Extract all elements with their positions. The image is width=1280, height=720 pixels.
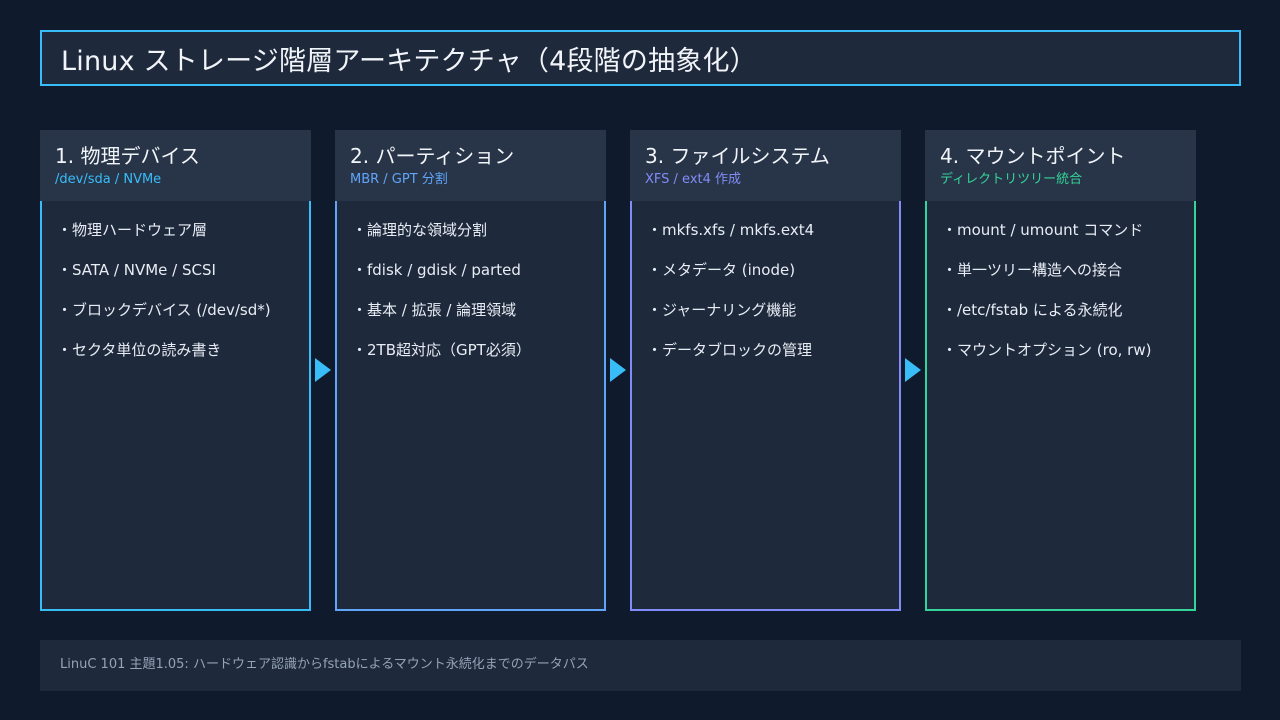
list-item: ・論理的な領域分割 — [352, 221, 488, 239]
flow-arrow-icon — [905, 358, 921, 382]
list-item: ・単一ツリー構造への接合 — [942, 261, 1123, 279]
stage-filesystem: 3. ファイルシステム XFS / ext4 作成 ・mkfs.xfs / mk… — [630, 130, 901, 611]
stage-body: ・物理ハードウェア層 ・SATA / NVMe / SCSI ・ブロックデバイス… — [40, 201, 311, 611]
list-item: ・mkfs.xfs / mkfs.ext4 — [647, 221, 815, 239]
stage-title: 2. パーティション — [350, 144, 515, 168]
stage-subtitle: ディレクトリツリー統合 — [940, 172, 1083, 187]
stage-header: 2. パーティション MBR / GPT 分割 — [335, 130, 606, 201]
stage-title: 4. マウントポイント — [940, 144, 1126, 168]
stage-body: ・論理的な領域分割 ・fdisk / gdisk / parted ・基本 / … — [335, 201, 606, 611]
list-item: ・セクタ単位の読み書き — [57, 341, 222, 359]
stage-body: ・mkfs.xfs / mkfs.ext4 ・メタデータ (inode) ・ジャ… — [630, 201, 901, 611]
stage-mount-point: 4. マウントポイント ディレクトリツリー統合 ・mount / umount … — [925, 130, 1196, 611]
stage-title: 1. 物理デバイス — [55, 144, 200, 168]
list-item: ・ブロックデバイス (/dev/sd*) — [57, 301, 271, 319]
stage-body: ・mount / umount コマンド ・単一ツリー構造への接合 ・/etc/… — [925, 201, 1196, 611]
stage-header: 3. ファイルシステム XFS / ext4 作成 — [630, 130, 901, 201]
list-item: ・mount / umount コマンド — [942, 221, 1144, 239]
stage-subtitle: /dev/sda / NVMe — [55, 172, 162, 187]
list-item: ・物理ハードウェア層 — [57, 221, 208, 239]
stage-header: 4. マウントポイント ディレクトリツリー統合 — [925, 130, 1196, 201]
list-item: ・データブロックの管理 — [647, 341, 813, 359]
stage-title: 3. ファイルシステム — [645, 144, 830, 168]
title-banner: Linux ストレージ階層アーキテクチャ（4段階の抽象化） — [40, 30, 1241, 86]
list-item: ・SATA / NVMe / SCSI — [57, 261, 216, 279]
stage-physical-device: 1. 物理デバイス /dev/sda / NVMe ・物理ハードウェア層 ・SA… — [40, 130, 311, 611]
page-title: Linux ストレージ階層アーキテクチャ（4段階の抽象化） — [61, 45, 757, 77]
flow-arrow-icon — [610, 358, 626, 382]
list-item: ・fdisk / gdisk / parted — [352, 261, 521, 279]
list-item: ・/etc/fstab による永続化 — [942, 301, 1123, 319]
stage-subtitle: XFS / ext4 作成 — [645, 172, 742, 187]
list-item: ・マウントオプション (ro, rw) — [942, 341, 1152, 359]
list-item: ・2TB超対応（GPT必須） — [352, 341, 531, 359]
flow-arrow-icon — [315, 358, 331, 382]
footer-text: LinuC 101 主題1.05: ハードウェア認識からfstabによるマウント… — [60, 657, 589, 672]
stage-partition: 2. パーティション MBR / GPT 分割 ・論理的な領域分割 ・fdisk… — [335, 130, 606, 611]
list-item: ・メタデータ (inode) — [647, 261, 796, 279]
list-item: ・基本 / 拡張 / 論理領域 — [352, 301, 517, 319]
diagram-canvas: Linux ストレージ階層アーキテクチャ（4段階の抽象化） 1. 物理デバイス … — [0, 0, 1280, 720]
stage-subtitle: MBR / GPT 分割 — [350, 172, 448, 187]
list-item: ・ジャーナリング機能 — [647, 301, 797, 319]
stage-header: 1. 物理デバイス /dev/sda / NVMe — [40, 130, 311, 201]
footer-note: LinuC 101 主題1.05: ハードウェア認識からfstabによるマウント… — [40, 640, 1241, 691]
